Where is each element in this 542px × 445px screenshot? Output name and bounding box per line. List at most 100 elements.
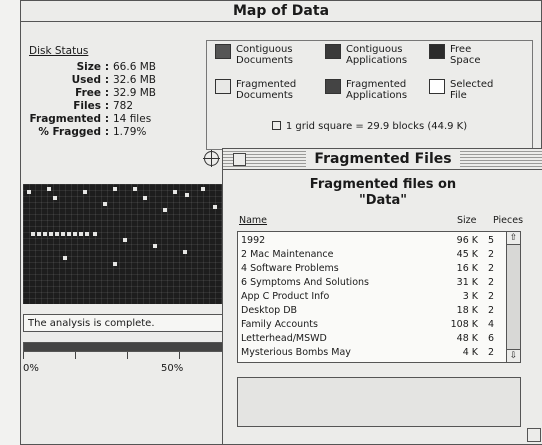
column-header-pieces[interactable]: Pieces [493, 215, 523, 226]
progress-tick [127, 352, 128, 359]
column-header-size[interactable]: Size [457, 215, 477, 226]
legend-item: Free Space [429, 44, 480, 66]
vertical-scrollbar[interactable]: ⇧ ⇩ [506, 232, 520, 362]
file-info-box [237, 377, 521, 427]
fragmented-file-list[interactable]: 1992 96 K5 2 Mac Maintenance 45 K2 4 Softwar… [237, 231, 521, 363]
map-block [163, 208, 167, 212]
file-row[interactable]: 4 Software Problems 16 K 2 [238, 263, 520, 275]
disk-status-key: Free [75, 87, 101, 99]
disk-status-key: Files [73, 100, 101, 112]
scroll-up-arrow-icon[interactable]: ⇧ [507, 232, 520, 245]
file-name: 4 Software Problems [241, 263, 339, 274]
file-row[interactable]: Desktop DB 18 K 2 [238, 305, 520, 317]
disk-status-value: 66.6 MB [113, 61, 156, 73]
disk-status-key: Fragmented [29, 113, 101, 125]
map-window-titlebar[interactable]: Map of Data [21, 1, 541, 22]
file-pieces: 2 [487, 263, 494, 274]
legend-item: Contiguous Documents [215, 44, 293, 66]
map-block [49, 232, 53, 236]
disk-status-value: 1.79% [113, 126, 147, 138]
file-row[interactable]: Letterhead/MSWD 48 K 6 [238, 333, 520, 345]
file-row[interactable]: Mysterious Bombs May 4 K 2 [238, 347, 520, 359]
disk-status-row: % Fragged:1.79% [29, 126, 199, 139]
file-name: Family Accounts [241, 319, 318, 330]
grow-box-icon[interactable] [527, 428, 541, 442]
file-row[interactable]: 6 Symptoms And Solutions 31 K 2 [238, 277, 520, 289]
column-header-name[interactable]: Name [239, 215, 267, 226]
file-name: 2 Mac Maintenance [241, 249, 334, 260]
map-block [173, 190, 177, 194]
map-block [79, 232, 83, 236]
colon: : [104, 126, 110, 138]
legend-item: Selected File [429, 79, 493, 101]
disk-block-map[interactable] [23, 184, 233, 304]
file-pieces: 2 [487, 277, 494, 288]
disk-status-key: % Fragged [38, 126, 101, 138]
map-block [103, 202, 107, 206]
file-row[interactable]: App C Product Info 3 K 2 [238, 291, 520, 303]
file-size: 31 K [456, 277, 478, 288]
file-size: 3 K [462, 291, 478, 302]
file-row[interactable]: 2 Mac Maintenance 45 K 2 [238, 249, 520, 261]
map-window-title: Map of Data [232, 3, 330, 19]
legend-label: Free Space [450, 44, 481, 66]
progress-tick [179, 352, 180, 359]
grid-scale-label: 1 grid square = 29.9 blocks (44.9 K) [285, 121, 468, 132]
disk-status-panel: Disk Status Size:66.6 MB Used:32.6 MB Free… [29, 45, 199, 139]
scroll-down-arrow-icon[interactable]: ⇩ [507, 349, 520, 362]
disk-status-row: Free:32.9 MB [29, 87, 199, 100]
file-size: 96 K [456, 235, 478, 246]
progress-tick [75, 352, 76, 359]
file-pieces: 2 [487, 305, 494, 316]
file-size: 4 K [462, 347, 478, 358]
map-block [27, 190, 31, 194]
disk-status-value: 14 files [113, 113, 152, 125]
map-block [133, 187, 137, 191]
map-block [37, 232, 41, 236]
close-box-icon[interactable] [233, 153, 246, 166]
fragmented-files-title: Fragmented Files [306, 151, 460, 167]
file-pieces: 2 [487, 291, 494, 302]
progress-label-start: 0% [23, 363, 39, 374]
map-block [113, 262, 117, 266]
file-pieces: 6 [487, 333, 494, 344]
fragmented-files-titlebar[interactable]: Fragmented Files [223, 149, 542, 170]
disk-status-value: 782 [113, 100, 134, 112]
map-block [63, 256, 67, 260]
map-block [47, 187, 51, 191]
file-name: Mysterious Bombs May [241, 347, 351, 358]
file-size: 48 K [456, 333, 478, 344]
map-block [185, 193, 189, 197]
file-row[interactable]: 1992 96 K 5 [238, 235, 520, 247]
colon: : [104, 87, 110, 99]
legend-item: Contiguous Applications [325, 44, 407, 66]
disk-status-key: Size [76, 61, 101, 73]
file-row[interactable]: Family Accounts 108 K 4 [238, 319, 520, 331]
crosshair-icon[interactable] [203, 150, 220, 167]
disk-status-row: Used:32.6 MB [29, 74, 199, 87]
map-block [143, 196, 147, 200]
map-block [61, 232, 65, 236]
map-block [123, 238, 127, 242]
heading-line-1: Fragmented files on [309, 177, 457, 192]
disk-status-row: Files:782 [29, 100, 199, 113]
file-size: 108 K [450, 319, 478, 330]
file-size: 16 K [456, 263, 478, 274]
map-block [201, 187, 205, 191]
map-block [153, 244, 157, 248]
map-block [31, 232, 35, 236]
colon: : [104, 61, 110, 73]
map-block [53, 196, 57, 200]
map-block [73, 232, 77, 236]
map-block [83, 190, 87, 194]
file-name: Desktop DB [241, 305, 298, 316]
legend-swatch [215, 79, 231, 94]
map-block [85, 232, 89, 236]
legend-item: Fragmented Documents [215, 79, 296, 101]
grid-scale-note: 1 grid square = 29.9 blocks (44.9 K) [207, 121, 532, 132]
status-message: The analysis is complete. [23, 314, 231, 332]
legend-swatch [325, 44, 341, 59]
disk-status-value: 32.6 MB [113, 74, 156, 86]
map-block [55, 232, 59, 236]
file-name: Letterhead/MSWD [241, 333, 327, 344]
